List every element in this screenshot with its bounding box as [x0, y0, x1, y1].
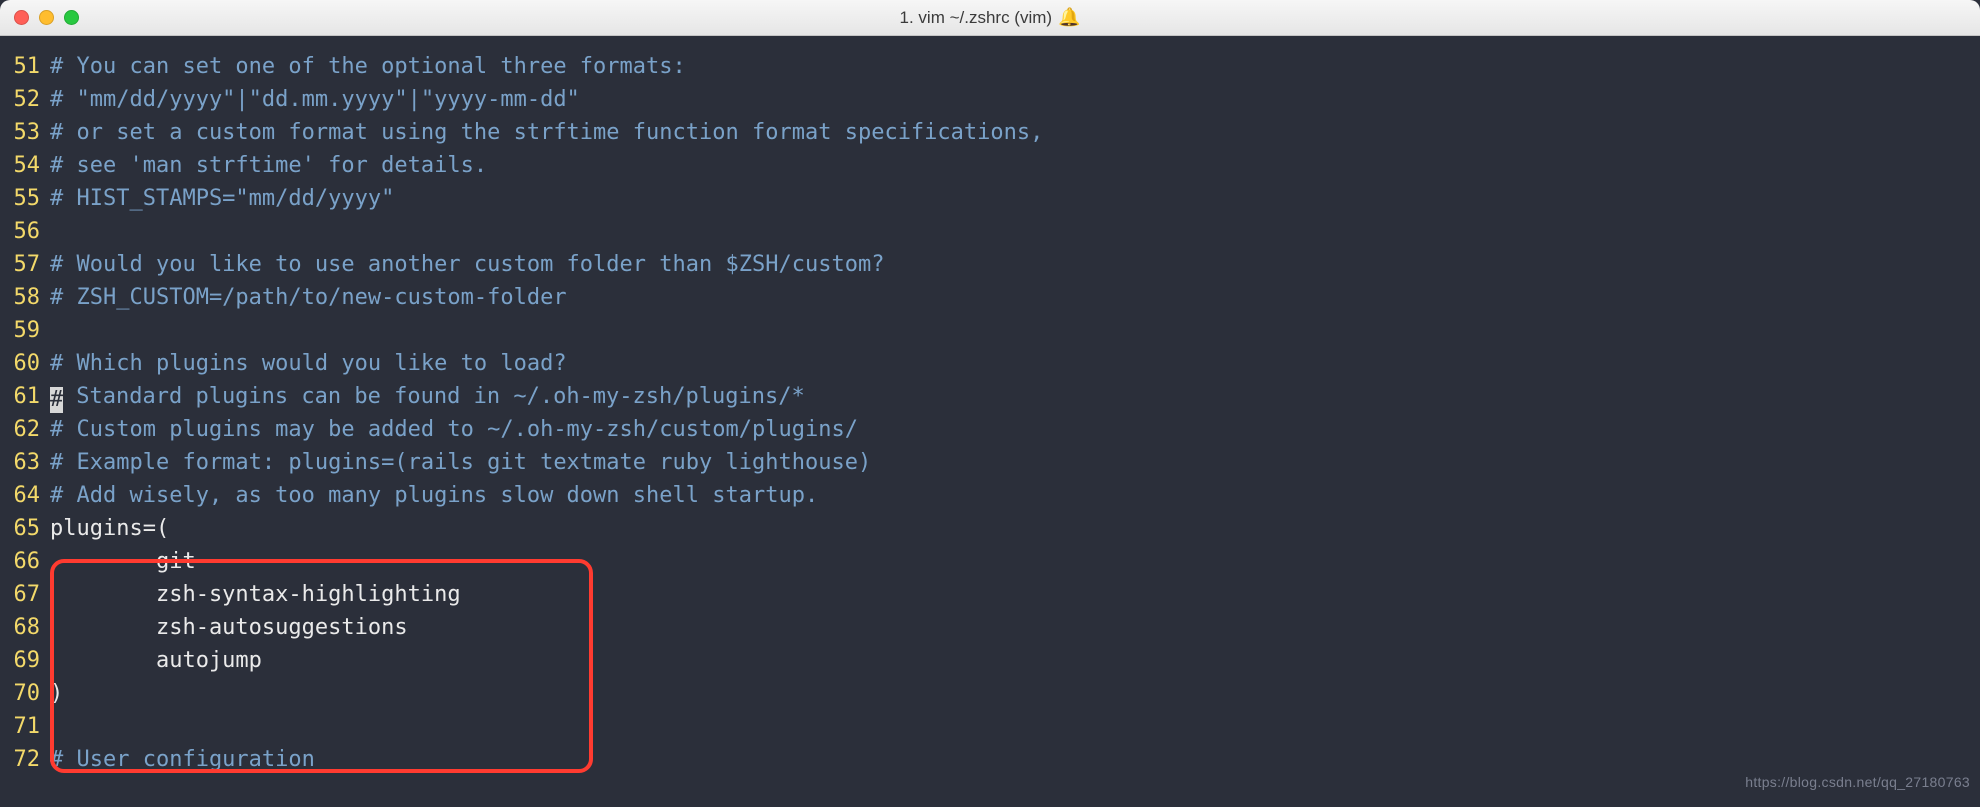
line-number: 59 — [0, 314, 50, 347]
code-line[interactable]: 55# HIST_STAMPS="mm/dd/yyyy" — [0, 182, 1980, 215]
code-line[interactable]: 63# Example format: plugins=(rails git t… — [0, 446, 1980, 479]
code-line[interactable]: 67 zsh-syntax-highlighting — [0, 578, 1980, 611]
window-title: 1. vim ~/.zshrc (vim) 🔔 — [0, 1, 1980, 34]
line-number: 56 — [0, 215, 50, 248]
code-line[interactable]: 51# You can set one of the optional thre… — [0, 50, 1980, 83]
line-number: 72 — [0, 743, 50, 776]
window-title-text: 1. vim ~/.zshrc (vim) — [900, 1, 1053, 34]
code-line[interactable]: 52# "mm/dd/yyyy"|"dd.mm.yyyy"|"yyyy-mm-d… — [0, 83, 1980, 116]
code-text: # "mm/dd/yyyy"|"dd.mm.yyyy"|"yyyy-mm-dd" — [50, 83, 580, 116]
code-text: # or set a custom format using the strft… — [50, 116, 1043, 149]
minimize-button[interactable] — [39, 10, 54, 25]
line-number: 58 — [0, 281, 50, 314]
line-number: 60 — [0, 347, 50, 380]
line-number: 71 — [0, 710, 50, 743]
code-text: # User configuration — [50, 743, 315, 776]
code-line[interactable]: 72# User configuration — [0, 743, 1980, 776]
code-line[interactable]: 69 autojump — [0, 644, 1980, 677]
bell-icon: 🔔 — [1058, 1, 1080, 34]
editor-area[interactable]: 51# You can set one of the optional thre… — [0, 36, 1980, 807]
code-text: # HIST_STAMPS="mm/dd/yyyy" — [50, 182, 394, 215]
line-number: 53 — [0, 116, 50, 149]
code-line[interactable]: 58# ZSH_CUSTOM=/path/to/new-custom-folde… — [0, 281, 1980, 314]
window-titlebar: 1. vim ~/.zshrc (vim) 🔔 — [0, 0, 1980, 36]
code-text: autojump — [50, 644, 262, 677]
close-button[interactable] — [14, 10, 29, 25]
code-line[interactable]: 64# Add wisely, as too many plugins slow… — [0, 479, 1980, 512]
line-number: 57 — [0, 248, 50, 281]
code-text: # Which plugins would you like to load? — [50, 347, 567, 380]
line-number: 67 — [0, 578, 50, 611]
code-line[interactable]: 70) — [0, 677, 1980, 710]
line-number: 64 — [0, 479, 50, 512]
code-line[interactable]: 71 — [0, 710, 1980, 743]
code-text: git — [50, 545, 196, 578]
watermark: https://blog.csdn.net/qq_27180763 — [1745, 766, 1970, 799]
maximize-button[interactable] — [64, 10, 79, 25]
code-line[interactable]: 60# Which plugins would you like to load… — [0, 347, 1980, 380]
line-number: 54 — [0, 149, 50, 182]
code-text: # Example format: plugins=(rails git tex… — [50, 446, 871, 479]
code-line[interactable]: 68 zsh-autosuggestions — [0, 611, 1980, 644]
line-number: 63 — [0, 446, 50, 479]
code-text: # Standard plugins can be found in ~/.oh… — [50, 380, 805, 413]
code-text: # see 'man strftime' for details. — [50, 149, 487, 182]
cursor: # — [50, 387, 63, 413]
code-line[interactable]: 57# Would you like to use another custom… — [0, 248, 1980, 281]
line-number: 66 — [0, 545, 50, 578]
code-line[interactable]: 53# or set a custom format using the str… — [0, 116, 1980, 149]
code-text: # Would you like to use another custom f… — [50, 248, 884, 281]
line-number: 62 — [0, 413, 50, 446]
code-line[interactable]: 65plugins=( — [0, 512, 1980, 545]
code-line[interactable]: 59 — [0, 314, 1980, 347]
traffic-lights — [14, 10, 79, 25]
code-text: zsh-autosuggestions — [50, 611, 408, 644]
code-line[interactable]: 56 — [0, 215, 1980, 248]
line-number: 61 — [0, 380, 50, 413]
line-number: 68 — [0, 611, 50, 644]
code-text: # Custom plugins may be added to ~/.oh-m… — [50, 413, 858, 446]
line-number: 52 — [0, 83, 50, 116]
code-line[interactable]: 54# see 'man strftime' for details. — [0, 149, 1980, 182]
code-line[interactable]: 66 git — [0, 545, 1980, 578]
code-line[interactable]: 61# Standard plugins can be found in ~/.… — [0, 380, 1980, 413]
code-line[interactable]: 62# Custom plugins may be added to ~/.oh… — [0, 413, 1980, 446]
code-text: plugins=( — [50, 512, 169, 545]
line-number: 69 — [0, 644, 50, 677]
line-number: 65 — [0, 512, 50, 545]
line-number: 51 — [0, 50, 50, 83]
code-text: # ZSH_CUSTOM=/path/to/new-custom-folder — [50, 281, 567, 314]
code-text: # Add wisely, as too many plugins slow d… — [50, 479, 818, 512]
code-text: # You can set one of the optional three … — [50, 50, 686, 83]
code-text: ) — [50, 677, 63, 710]
code-text: zsh-syntax-highlighting — [50, 578, 461, 611]
line-number: 55 — [0, 182, 50, 215]
line-number: 70 — [0, 677, 50, 710]
